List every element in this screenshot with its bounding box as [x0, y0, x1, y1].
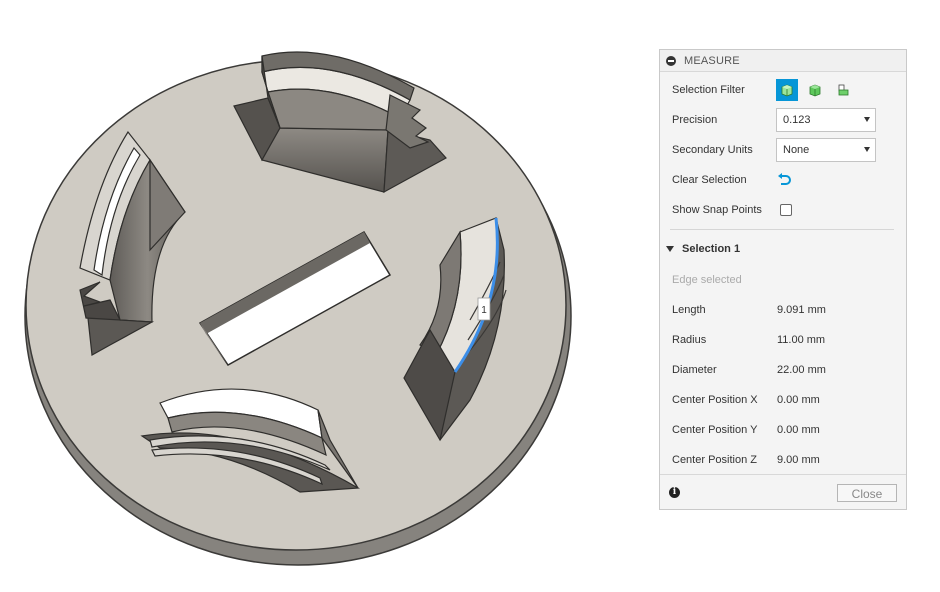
- selection-filter-label: Selection Filter: [672, 84, 745, 96]
- collapse-icon[interactable]: [666, 55, 676, 66]
- precision-select[interactable]: 0.123: [776, 108, 876, 132]
- result-value: 9.00 mm: [777, 454, 820, 466]
- precision-label: Precision: [672, 114, 718, 126]
- info-icon[interactable]: i: [669, 487, 680, 498]
- result-row: Radius 11.00 mm: [672, 328, 894, 352]
- model-viewport[interactable]: 1: [0, 0, 650, 592]
- result-value: 11.00 mm: [777, 334, 826, 346]
- secondary-units-value: None: [783, 144, 810, 156]
- result-value: 0.00 mm: [777, 424, 820, 436]
- body-filter-icon[interactable]: [776, 79, 798, 101]
- result-row: Center Position Y 0.00 mm: [672, 418, 894, 442]
- close-button[interactable]: Close: [837, 484, 897, 502]
- result-row: Diameter 22.00 mm: [672, 358, 894, 382]
- result-row: Center Position X 0.00 mm: [672, 388, 894, 412]
- undo-icon[interactable]: [776, 172, 792, 188]
- result-value: 22.00 mm: [777, 364, 826, 376]
- clear-selection-row: Clear Selection: [672, 168, 894, 192]
- selection-status-row: Edge selected: [672, 268, 894, 292]
- selection-marker: 1: [477, 297, 491, 321]
- divider: [670, 229, 894, 230]
- result-row: Length 9.091 mm: [672, 298, 894, 322]
- secondary-units-label: Secondary Units: [672, 144, 753, 156]
- result-label: Diameter: [672, 364, 717, 376]
- face-filter-icon[interactable]: [804, 79, 826, 101]
- measure-panel: MEASURE Selection Filter Precision 0.123…: [659, 49, 907, 510]
- result-label: Center Position Y: [672, 424, 758, 436]
- edge-filter-icon[interactable]: [832, 79, 854, 101]
- panel-header[interactable]: MEASURE: [660, 50, 906, 72]
- model-canvas[interactable]: 1: [0, 0, 650, 592]
- panel-title: MEASURE: [684, 54, 740, 67]
- clear-selection-label: Clear Selection: [672, 174, 747, 186]
- selection-section-header[interactable]: Selection 1: [666, 238, 740, 260]
- result-label: Length: [672, 304, 706, 316]
- show-snap-points-label: Show Snap Points: [672, 204, 762, 216]
- result-label: Center Position Z: [672, 454, 757, 466]
- precision-value: 0.123: [783, 114, 811, 126]
- selection-status: Edge selected: [672, 274, 742, 286]
- selection-marker-label: 1: [481, 305, 487, 316]
- secondary-units-row: Secondary Units None: [672, 138, 894, 162]
- selection-filter-row: Selection Filter: [672, 78, 894, 102]
- panel-footer: i Close: [660, 474, 906, 509]
- selection-title: Selection 1: [682, 243, 741, 255]
- secondary-units-select[interactable]: None: [776, 138, 876, 162]
- triangle-down-icon: [666, 246, 674, 252]
- show-snap-points-row: Show Snap Points: [672, 198, 894, 222]
- show-snap-points-checkbox[interactable]: [780, 204, 792, 216]
- chevron-down-icon: [864, 147, 870, 152]
- result-value: 9.091 mm: [777, 304, 826, 316]
- result-row: Center Position Z 9.00 mm: [672, 448, 894, 472]
- precision-row: Precision 0.123: [672, 108, 894, 132]
- result-label: Radius: [672, 334, 707, 346]
- result-value: 0.00 mm: [777, 394, 820, 406]
- chevron-down-icon: [864, 117, 870, 122]
- result-label: Center Position X: [672, 394, 758, 406]
